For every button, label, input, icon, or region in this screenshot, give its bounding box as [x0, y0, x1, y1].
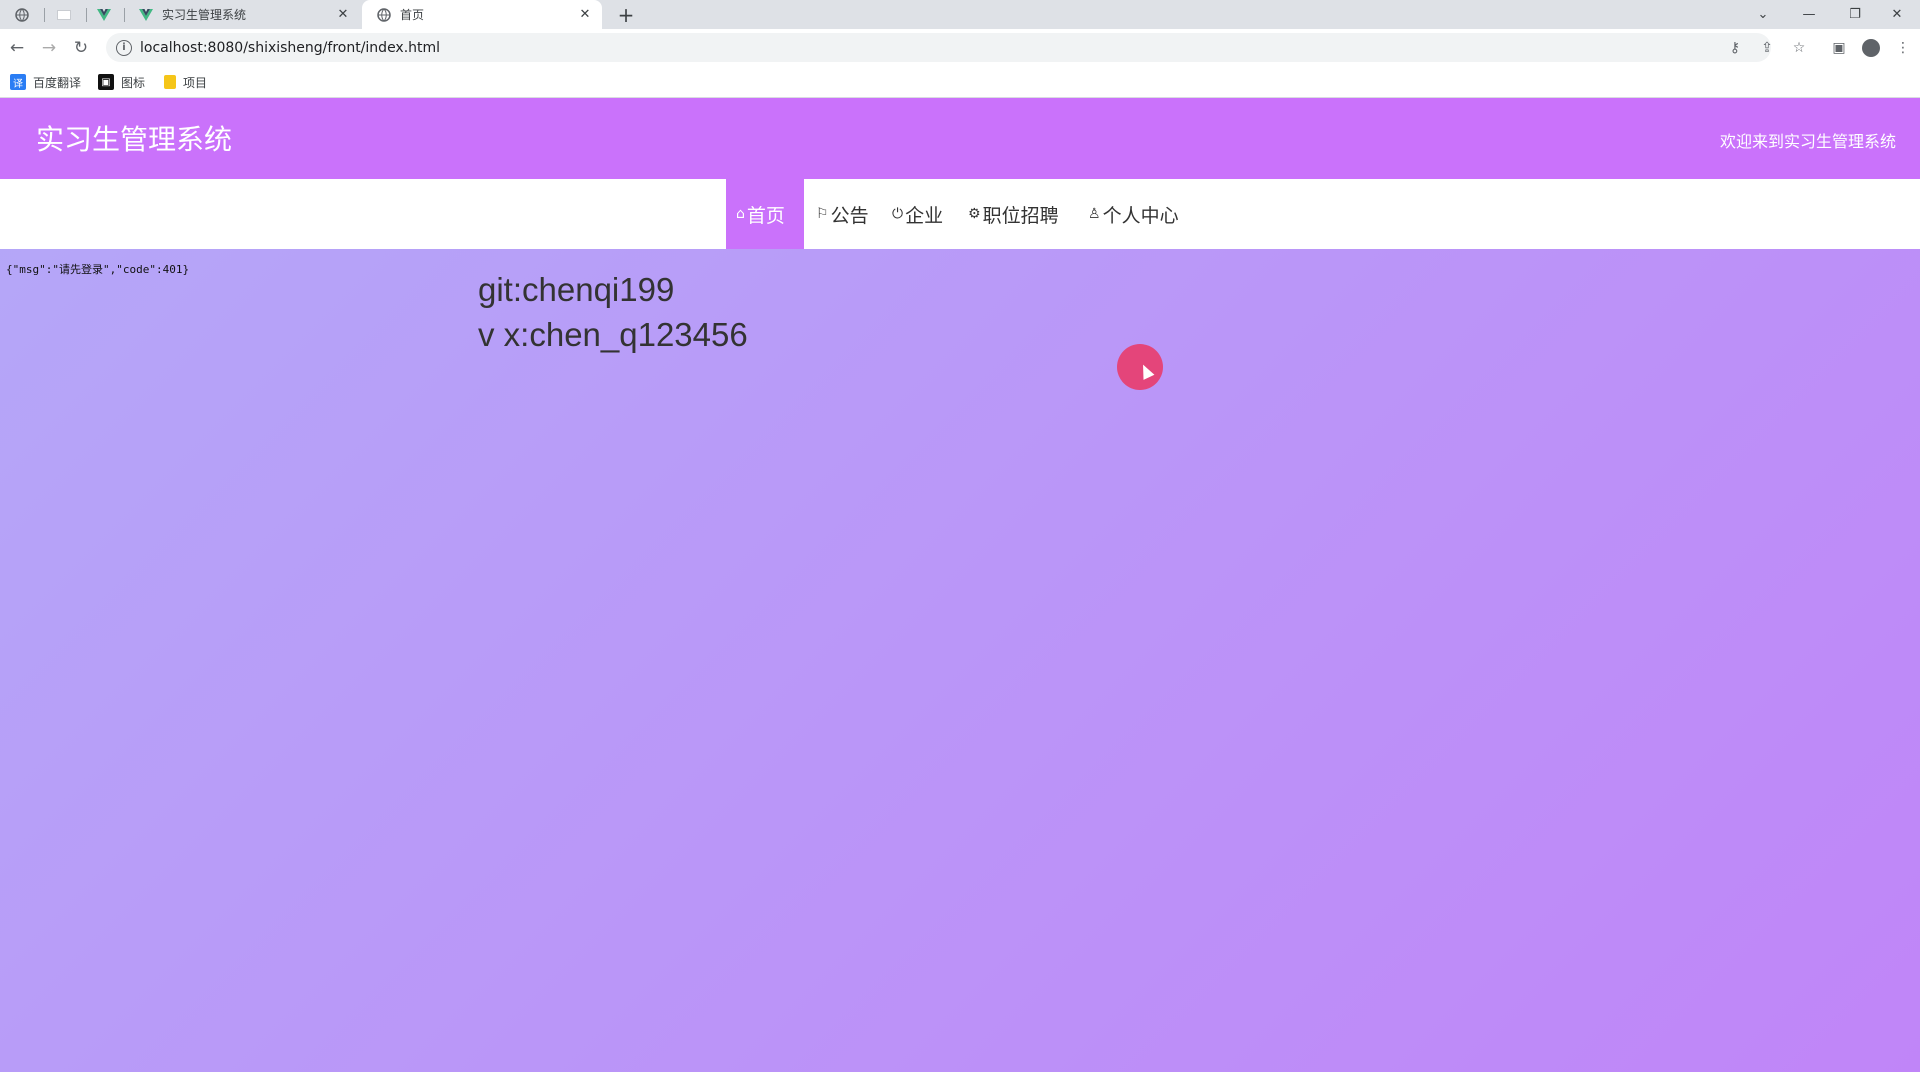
- bookmark-item[interactable]: 译 百度翻译: [10, 73, 81, 91]
- folder-icon: [164, 75, 176, 89]
- page-content: 实习生管理系统 欢迎来到实习生管理系统 ⌂ 首页 ⚐ 公告 ⏻ 企业 ⚙ 职位招…: [0, 98, 1920, 1072]
- address-bar[interactable]: i localhost:8080/shixisheng/front/index.…: [106, 33, 1771, 62]
- tab-blank[interactable]: [44, 0, 84, 29]
- vue-icon: [138, 7, 154, 23]
- tab-label: 实习生管理系统: [162, 8, 247, 22]
- tab-vue-pinned[interactable]: [84, 0, 124, 29]
- back-button[interactable]: ←: [4, 35, 30, 61]
- tab-intern-system[interactable]: 实习生管理系统 ✕: [124, 0, 360, 29]
- more-menu-icon[interactable]: ⋮: [1892, 37, 1914, 59]
- flag-icon: ⚐: [816, 206, 829, 222]
- bookmark-label: 图标: [121, 75, 146, 90]
- nav-item-jobs[interactable]: ⚙ 职位招聘: [968, 179, 1059, 249]
- bookmark-item[interactable]: 项目: [164, 73, 207, 91]
- browser-tab-strip: 实习生管理系统 ✕ 首页 ✕ + ⌄ — ❐ ✕: [0, 0, 1920, 29]
- site-header: 实习生管理系统 欢迎来到实习生管理系统: [0, 98, 1920, 179]
- nav-item-profile[interactable]: ♙ 个人中心: [1088, 179, 1179, 249]
- nav-label: 职位招聘: [982, 204, 1059, 227]
- reload-icon: ↻: [73, 38, 89, 58]
- bookmark-label: 项目: [183, 75, 208, 90]
- url-text: localhost:8080/shixisheng/front/index.ht…: [140, 39, 441, 56]
- minimize-icon: —: [1802, 7, 1816, 22]
- chevron-down-icon: ⌄: [1757, 7, 1769, 22]
- blank-page-icon: [57, 9, 71, 20]
- nav-label: 个人中心: [1102, 204, 1179, 227]
- nav-label: 公告: [830, 204, 869, 227]
- star-icon[interactable]: ☆: [1788, 37, 1810, 59]
- nav-label: 首页: [746, 204, 785, 227]
- bookmark-item[interactable]: ▣ 图标: [98, 73, 145, 91]
- tab-home[interactable]: 首页 ✕: [362, 0, 602, 29]
- image-icon: ▣: [98, 74, 114, 90]
- welcome-text: 欢迎来到实习生管理系统: [1719, 132, 1896, 151]
- arrow-right-icon: →: [41, 38, 57, 58]
- side-panel-icon[interactable]: ▣: [1828, 37, 1850, 59]
- tab-globe-pinned[interactable]: [2, 0, 42, 29]
- globe-icon: [376, 7, 392, 23]
- restore-button[interactable]: ❐: [1832, 0, 1878, 29]
- close-window-button[interactable]: ✕: [1874, 0, 1920, 29]
- profile-avatar-icon[interactable]: [1860, 37, 1882, 59]
- nav-item-home[interactable]: ⌂ 首页: [726, 179, 804, 249]
- error-message: {"msg":"请先登录","code":401}: [6, 263, 190, 276]
- main-nav: ⌂ 首页 ⚐ 公告 ⏻ 企业 ⚙ 职位招聘 ♙ 个人中心: [0, 179, 1920, 249]
- site-title: 实习生管理系统: [36, 123, 233, 156]
- home-icon: ⌂: [736, 206, 745, 222]
- bookmark-label: 百度翻译: [33, 75, 82, 90]
- restore-icon: ❐: [1849, 7, 1861, 22]
- nav-item-notice[interactable]: ⚐ 公告: [816, 179, 869, 249]
- globe-icon: [15, 7, 29, 22]
- power-icon: ⏻: [892, 206, 904, 222]
- arrow-left-icon: ←: [9, 38, 25, 58]
- user-icon: ♙: [1088, 206, 1101, 222]
- git-contact: git:chenqi199: [478, 271, 675, 308]
- bookmarks-bar: 译 百度翻译 ▣ 图标 项目: [0, 66, 1920, 98]
- gear-icon: ⚙: [968, 206, 981, 222]
- minimize-button[interactable]: —: [1786, 0, 1832, 29]
- close-icon: ✕: [1891, 7, 1903, 22]
- tab-search-button[interactable]: ⌄: [1740, 0, 1786, 29]
- browser-toolbar: ← → ↻ i localhost:8080/shixisheng/front/…: [0, 29, 1920, 66]
- nav-label: 企业: [905, 204, 944, 227]
- tab-label: 首页: [400, 8, 425, 22]
- key-icon[interactable]: ⚷: [1724, 37, 1746, 59]
- nav-item-company[interactable]: ⏻ 企业: [892, 179, 943, 249]
- new-tab-button[interactable]: +: [613, 2, 639, 28]
- share-icon[interactable]: ⇪: [1756, 37, 1778, 59]
- plus-icon: +: [617, 3, 635, 27]
- wx-contact: v x:chen_q123456: [478, 316, 748, 353]
- reload-button[interactable]: ↻: [68, 35, 94, 61]
- close-icon[interactable]: ✕: [576, 6, 594, 24]
- close-icon[interactable]: ✕: [334, 6, 352, 24]
- forward-button[interactable]: →: [36, 35, 62, 61]
- info-icon[interactable]: i: [116, 39, 132, 56]
- translate-icon: 译: [10, 74, 26, 90]
- vue-icon: [97, 8, 111, 21]
